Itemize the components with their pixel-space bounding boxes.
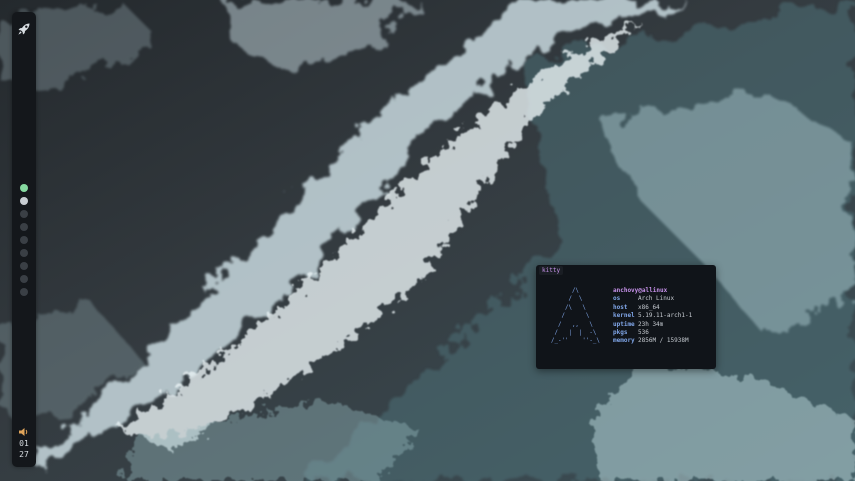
- fetch-info: anchovy@allinux os Arch Linux host x86_64 …: [613, 287, 692, 346]
- workspace-7[interactable]: [20, 262, 28, 270]
- terminal-tab-title[interactable]: kitty: [539, 266, 564, 275]
- info-value: Arch Linux: [638, 295, 675, 303]
- info-row-host: host x86_64: [613, 304, 692, 312]
- info-value: 2856M / 15938M: [638, 337, 689, 345]
- info-row-uptime: uptime 23h 34m: [613, 321, 692, 329]
- clock: 01 27: [12, 438, 36, 460]
- workspace-1[interactable]: [20, 184, 28, 192]
- info-value: 23h 34m: [638, 320, 664, 328]
- info-key: pkgs: [613, 329, 628, 337]
- info-key: os: [613, 295, 621, 303]
- speaker-icon: [19, 428, 28, 436]
- info-row-pkgs: pkgs 536: [613, 329, 692, 337]
- rocket-icon: [18, 23, 30, 35]
- workspace-5[interactable]: [20, 236, 28, 244]
- workspace-indicator: [12, 184, 36, 301]
- info-key: kernel: [613, 312, 635, 320]
- desktop: 01 27 kitty /\ / \ /\ \ / \ / ,, \ / | |…: [0, 0, 855, 481]
- side-bar: 01 27: [12, 12, 36, 467]
- volume-button[interactable]: [18, 422, 30, 436]
- info-key: host: [613, 303, 628, 311]
- user-host: anchovy@allinux: [613, 287, 668, 294]
- app-launcher-button[interactable]: [17, 21, 31, 35]
- workspace-3[interactable]: [20, 210, 28, 218]
- workspace-2[interactable]: [20, 197, 28, 205]
- info-row-os: os Arch Linux: [613, 295, 692, 303]
- info-value: 5.19.11-arch1-1: [638, 312, 693, 320]
- wallpaper-ocean-waves: [0, 0, 855, 481]
- clock-hour: 01: [19, 439, 29, 448]
- terminal-window[interactable]: kitty /\ / \ /\ \ / \ / ,, \ / | | -\ /_…: [536, 265, 716, 369]
- workspace-6[interactable]: [20, 249, 28, 257]
- clock-minute: 27: [19, 450, 29, 459]
- workspace-9[interactable]: [20, 288, 28, 296]
- info-row-kernel: kernel 5.19.11-arch1-1: [613, 312, 692, 320]
- info-value: 536: [638, 329, 649, 337]
- arch-ascii-logo: /\ / \ /\ \ / \ / ,, \ / | | -\ /_-'' ''…: [551, 288, 600, 345]
- info-value: x86_64: [638, 303, 660, 311]
- info-key: uptime: [613, 320, 635, 328]
- info-key: memory: [613, 337, 635, 345]
- workspace-4[interactable]: [20, 223, 28, 231]
- info-row-memory: memory 2856M / 15938M: [613, 337, 692, 345]
- workspace-8[interactable]: [20, 275, 28, 283]
